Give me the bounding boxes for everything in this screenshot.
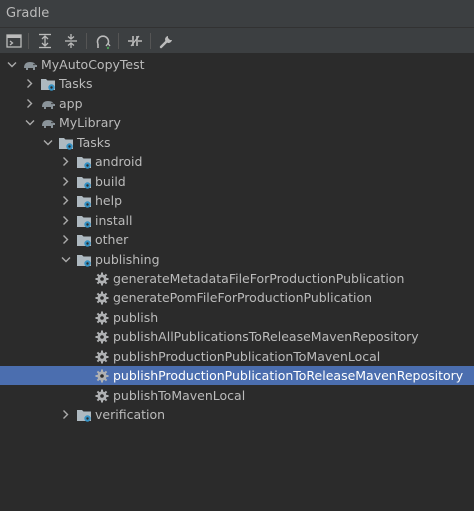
gear-icon bbox=[94, 271, 110, 287]
wrench-icon[interactable] bbox=[158, 32, 176, 50]
tree-row-publish[interactable]: publish bbox=[0, 308, 474, 327]
tool-window-title: Gradle bbox=[6, 6, 50, 21]
tree-row-mylibrary[interactable]: MyLibrary bbox=[0, 113, 474, 132]
tree-item-label: publishProductionPublicationToMavenLocal bbox=[113, 348, 381, 364]
tree-row-android[interactable]: android bbox=[0, 152, 474, 171]
tree-row-publishallpublicationstoreleasemavenrepository[interactable]: publishAllPublicationsToReleaseMavenRepo… bbox=[0, 327, 474, 346]
gradle-toolbar bbox=[0, 28, 474, 54]
tree-item-label: generatePomFileForProductionPublication bbox=[113, 290, 373, 306]
task-folder-icon bbox=[76, 213, 92, 229]
tree-row-publishing[interactable]: publishing bbox=[0, 250, 474, 269]
tree-item-label: other bbox=[95, 232, 129, 248]
task-folder-icon bbox=[76, 174, 92, 190]
tree-item-label: publishing bbox=[95, 251, 160, 267]
tree-item-label: help bbox=[95, 193, 123, 209]
chevron-right-icon[interactable] bbox=[60, 405, 72, 424]
tree-item-label: generateMetadataFileForProductionPublica… bbox=[113, 270, 405, 286]
tree-row-tasks[interactable]: Tasks bbox=[0, 133, 474, 152]
tree-row-verification[interactable]: verification bbox=[0, 405, 474, 424]
tree-row-tasks[interactable]: Tasks bbox=[0, 74, 474, 93]
tree-row-publishtomavenlocal[interactable]: publishToMavenLocal bbox=[0, 386, 474, 405]
tree-item-label: publish bbox=[113, 309, 159, 325]
chevron-right-icon[interactable] bbox=[60, 211, 72, 230]
gradle-elephant-icon bbox=[40, 96, 56, 112]
tree-item-label: install bbox=[95, 212, 133, 228]
gear-icon bbox=[94, 329, 110, 345]
reload-icon[interactable] bbox=[94, 32, 112, 50]
tree-row-install[interactable]: install bbox=[0, 211, 474, 230]
task-folder-icon bbox=[76, 252, 92, 268]
expand-all-icon[interactable] bbox=[36, 32, 54, 50]
gradle-elephant-icon bbox=[40, 115, 56, 131]
tree-row-help[interactable]: help bbox=[0, 191, 474, 210]
chevron-right-icon[interactable] bbox=[60, 172, 72, 191]
task-folder-icon bbox=[58, 135, 74, 151]
tree-row-publishproductionpublicationtoreleasemavenrepository[interactable]: publishProductionPublicationToReleaseMav… bbox=[0, 366, 474, 386]
toggle-offline-icon[interactable] bbox=[126, 32, 144, 50]
tree-item-label: Tasks bbox=[59, 76, 93, 92]
task-folder-icon bbox=[76, 232, 92, 248]
tree-item-label: Tasks bbox=[77, 134, 111, 150]
tree-row-publishproductionpublicationtomavenlocal[interactable]: publishProductionPublicationToMavenLocal bbox=[0, 347, 474, 366]
gear-icon bbox=[94, 349, 110, 365]
tree-item-label: MyLibrary bbox=[59, 115, 121, 131]
collapse-all-icon[interactable] bbox=[62, 32, 80, 50]
tree-item-label: build bbox=[95, 173, 126, 189]
tree-item-label: app bbox=[59, 95, 83, 111]
chevron-down-icon[interactable] bbox=[6, 55, 18, 74]
tree-row-app[interactable]: app bbox=[0, 94, 474, 113]
task-folder-icon bbox=[76, 193, 92, 209]
tree-row-myautocopytest[interactable]: MyAutoCopyTest bbox=[0, 55, 474, 74]
tree-row-generatemetadatafileforproductionpublication[interactable]: generateMetadataFileForProductionPublica… bbox=[0, 269, 474, 288]
terminal-icon[interactable] bbox=[5, 32, 23, 50]
chevron-down-icon[interactable] bbox=[42, 133, 54, 152]
chevron-right-icon[interactable] bbox=[60, 230, 72, 249]
chevron-down-icon[interactable] bbox=[60, 250, 72, 269]
tree-item-label: verification bbox=[95, 407, 166, 423]
tree-row-other[interactable]: other bbox=[0, 230, 474, 249]
tree-item-label: publishProductionPublicationToReleaseMav… bbox=[113, 368, 464, 384]
tree-item-label: publishToMavenLocal bbox=[113, 387, 246, 403]
gear-icon bbox=[94, 310, 110, 326]
tree-row-build[interactable]: build bbox=[0, 172, 474, 191]
tree-item-label: publishAllPublicationsToReleaseMavenRepo… bbox=[113, 329, 419, 345]
tool-window-header: Gradle bbox=[0, 0, 474, 28]
task-folder-icon bbox=[76, 407, 92, 423]
chevron-right-icon[interactable] bbox=[24, 94, 36, 113]
tree-row-generatepomfileforproductionpublication[interactable]: generatePomFileForProductionPublication bbox=[0, 288, 474, 307]
chevron-right-icon[interactable] bbox=[60, 191, 72, 210]
tree-item-label: android bbox=[95, 154, 143, 170]
chevron-right-icon[interactable] bbox=[24, 74, 36, 93]
task-folder-icon bbox=[76, 154, 92, 170]
tree-item-label: MyAutoCopyTest bbox=[41, 57, 145, 72]
chevron-right-icon[interactable] bbox=[60, 152, 72, 171]
chevron-down-icon[interactable] bbox=[24, 113, 36, 132]
gear-icon bbox=[94, 290, 110, 306]
gradle-elephant-icon bbox=[22, 57, 38, 73]
gear-icon bbox=[94, 368, 110, 384]
task-folder-icon bbox=[40, 76, 56, 92]
gear-icon bbox=[94, 388, 110, 404]
